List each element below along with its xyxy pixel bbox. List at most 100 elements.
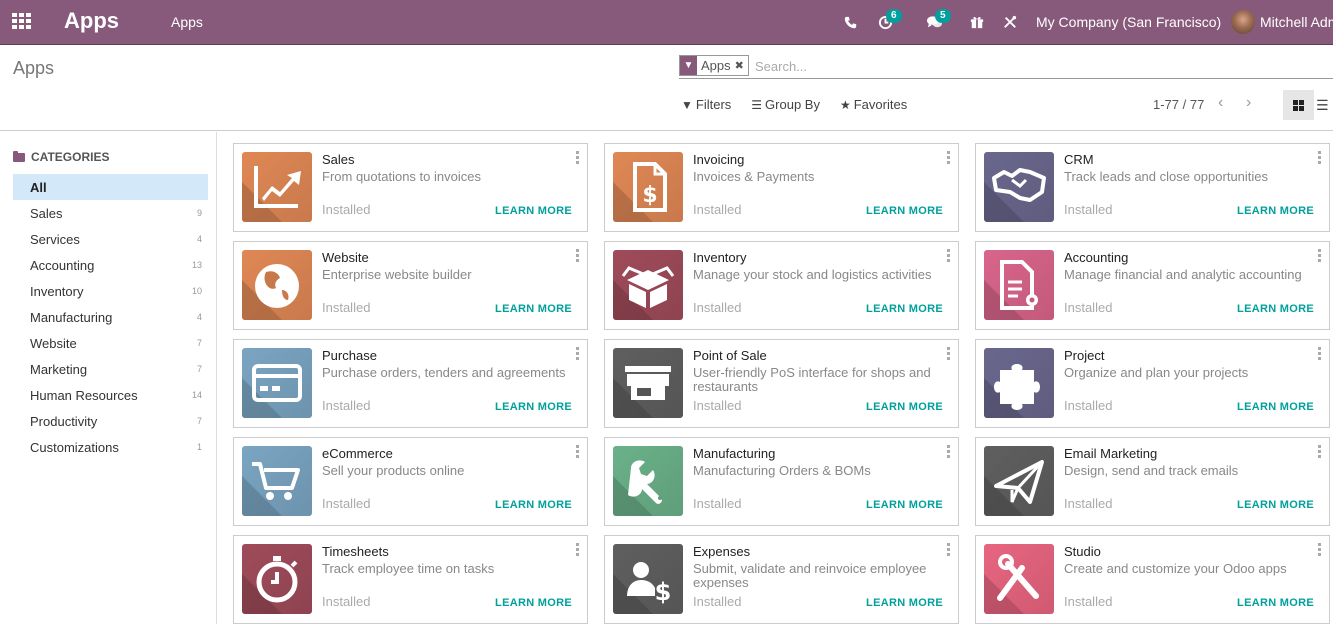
app-title: Website bbox=[322, 250, 369, 265]
card-menu-icon[interactable] bbox=[576, 347, 580, 360]
learn-more-button[interactable]: LEARN MORE bbox=[866, 597, 943, 609]
learn-more-button[interactable]: LEARN MORE bbox=[866, 499, 943, 511]
app-description: Submit, validate and reinvoice employee … bbox=[693, 561, 927, 590]
category-item[interactable]: Inventory 10 bbox=[13, 278, 208, 304]
app-status: Installed bbox=[1064, 594, 1113, 609]
card-menu-icon[interactable] bbox=[947, 249, 951, 262]
app-card[interactable]: $ Expenses Submit, validate and reinvoice … bbox=[604, 535, 959, 624]
category-label: All bbox=[30, 179, 47, 195]
menu-item-apps[interactable]: Apps bbox=[171, 14, 203, 30]
app-card[interactable]: $ Invoicing Invoices & Payments Installed LE… bbox=[604, 143, 959, 232]
category-item[interactable]: All bbox=[13, 174, 208, 200]
favorites-button[interactable]: ★ Favorites bbox=[840, 97, 907, 112]
app-description: Manage your stock and logistics activiti… bbox=[693, 267, 932, 282]
learn-more-button[interactable]: LEARN MORE bbox=[866, 401, 943, 413]
learn-more-button[interactable]: LEARN MORE bbox=[1237, 303, 1314, 315]
learn-more-button[interactable]: LEARN MORE bbox=[495, 205, 572, 217]
category-count: 13 bbox=[191, 260, 202, 270]
group-by-button[interactable]: ☰ Group By bbox=[751, 97, 820, 112]
app-card[interactable]: Email Marketing Design, send and track em… bbox=[975, 437, 1330, 526]
category-item[interactable]: Services 4 bbox=[13, 226, 208, 252]
messages-icon[interactable]: 5 bbox=[924, 9, 951, 32]
category-item[interactable]: Website 7 bbox=[13, 330, 208, 356]
card-menu-icon[interactable] bbox=[1318, 445, 1322, 458]
card-menu-icon[interactable] bbox=[1318, 347, 1322, 360]
card-menu-icon[interactable] bbox=[947, 347, 951, 360]
category-item[interactable]: Accounting 13 bbox=[13, 252, 208, 278]
card-menu-icon[interactable] bbox=[1318, 249, 1322, 262]
app-card[interactable]: Point of Sale User-friendly PoS interface… bbox=[604, 339, 959, 428]
app-card[interactable]: Website Enterprise website builder Install… bbox=[233, 241, 588, 330]
category-label: Customizations bbox=[30, 439, 119, 455]
app-card[interactable]: eCommerce Sell your products online Instal… bbox=[233, 437, 588, 526]
apps-kanban: Sales From quotations to invoices Installe… bbox=[233, 143, 1330, 624]
app-card[interactable]: Project Organize and plan your projects In… bbox=[975, 339, 1330, 428]
facet-remove-icon[interactable]: ✖ bbox=[735, 59, 748, 72]
search-facet[interactable]: ▼ Apps ✖ bbox=[679, 55, 749, 76]
search-bar: ▼ Apps ✖ bbox=[679, 54, 1333, 79]
learn-more-button[interactable]: LEARN MORE bbox=[495, 499, 572, 511]
app-card[interactable]: Manufacturing Manufacturing Orders & BOMs… bbox=[604, 437, 959, 526]
app-description: Manufacturing Orders & BOMs bbox=[693, 463, 871, 478]
app-title: Project bbox=[1064, 348, 1105, 363]
category-item[interactable]: Human Resources 14 bbox=[13, 382, 208, 408]
user-menu[interactable]: Mitchell Admin bbox=[1260, 14, 1333, 30]
card-menu-icon[interactable] bbox=[947, 151, 951, 164]
learn-more-button[interactable]: LEARN MORE bbox=[1237, 597, 1314, 609]
pager-previous-icon[interactable]: ‹ bbox=[1218, 94, 1223, 112]
card-menu-icon[interactable] bbox=[576, 543, 580, 556]
phone-icon[interactable] bbox=[840, 12, 860, 32]
activity-clock-icon[interactable]: 6 bbox=[875, 9, 902, 32]
card-menu-icon[interactable] bbox=[947, 543, 951, 556]
app-switcher-icon[interactable] bbox=[12, 13, 31, 30]
card-menu-icon[interactable] bbox=[947, 445, 951, 458]
app-card[interactable]: Inventory Manage your stock and logistics… bbox=[604, 241, 959, 330]
learn-more-button[interactable]: LEARN MORE bbox=[866, 303, 943, 315]
app-description: User-friendly PoS interface for shops an… bbox=[693, 365, 931, 394]
stopwatch-icon bbox=[242, 544, 312, 614]
user-avatar[interactable] bbox=[1231, 10, 1255, 34]
debug-tools-icon[interactable] bbox=[1000, 12, 1020, 32]
card-menu-icon[interactable] bbox=[1318, 151, 1322, 164]
app-title: Timesheets bbox=[322, 544, 389, 559]
pager-next-icon[interactable]: › bbox=[1246, 94, 1251, 112]
app-card[interactable]: Accounting Manage financial and analytic … bbox=[975, 241, 1330, 330]
messages-badge: 5 bbox=[935, 9, 951, 23]
learn-more-button[interactable]: LEARN MORE bbox=[495, 401, 572, 413]
learn-more-button[interactable]: LEARN MORE bbox=[866, 205, 943, 217]
app-card[interactable]: Purchase Purchase orders, tenders and agr… bbox=[233, 339, 588, 428]
app-description: Enterprise website builder bbox=[322, 267, 472, 282]
filters-button[interactable]: ▼ Filters bbox=[681, 97, 731, 112]
learn-more-button[interactable]: LEARN MORE bbox=[495, 597, 572, 609]
company-switcher[interactable]: My Company (San Francisco) bbox=[1036, 14, 1221, 30]
learn-more-button[interactable]: LEARN MORE bbox=[1237, 205, 1314, 217]
category-label: Accounting bbox=[30, 257, 95, 273]
gift-icon[interactable] bbox=[967, 12, 987, 32]
category-item[interactable]: Sales 9 bbox=[13, 200, 208, 226]
kanban-view-button[interactable] bbox=[1283, 90, 1314, 120]
card-menu-icon[interactable] bbox=[576, 445, 580, 458]
card-menu-icon[interactable] bbox=[576, 151, 580, 164]
app-card[interactable]: Timesheets Track employee time on tasks In… bbox=[233, 535, 588, 624]
pager-value[interactable]: 1-77 / 77 bbox=[1153, 97, 1204, 112]
card-menu-icon[interactable] bbox=[1318, 543, 1322, 556]
learn-more-button[interactable]: LEARN MORE bbox=[495, 303, 572, 315]
category-item[interactable]: Marketing 7 bbox=[13, 356, 208, 382]
app-card[interactable]: Studio Create and customize your Odoo app… bbox=[975, 535, 1330, 624]
app-card[interactable]: Sales From quotations to invoices Installe… bbox=[233, 143, 588, 232]
categories-title: CATEGORIES bbox=[31, 150, 110, 164]
chart-arrow-icon bbox=[242, 152, 312, 222]
search-input[interactable] bbox=[755, 56, 1315, 76]
category-item[interactable]: Customizations 1 bbox=[13, 434, 208, 460]
card-menu-icon[interactable] bbox=[576, 249, 580, 262]
learn-more-button[interactable]: LEARN MORE bbox=[1237, 499, 1314, 511]
app-name[interactable]: Apps bbox=[64, 8, 119, 34]
app-title: Sales bbox=[322, 152, 355, 167]
list-view-button[interactable]: ☰ bbox=[1316, 90, 1333, 120]
folder-icon bbox=[13, 150, 25, 162]
learn-more-button[interactable]: LEARN MORE bbox=[1237, 401, 1314, 413]
category-item[interactable]: Manufacturing 4 bbox=[13, 304, 208, 330]
category-item[interactable]: Productivity 7 bbox=[13, 408, 208, 434]
app-card[interactable]: CRM Track leads and close opportunities In… bbox=[975, 143, 1330, 232]
category-count: 9 bbox=[196, 208, 202, 218]
